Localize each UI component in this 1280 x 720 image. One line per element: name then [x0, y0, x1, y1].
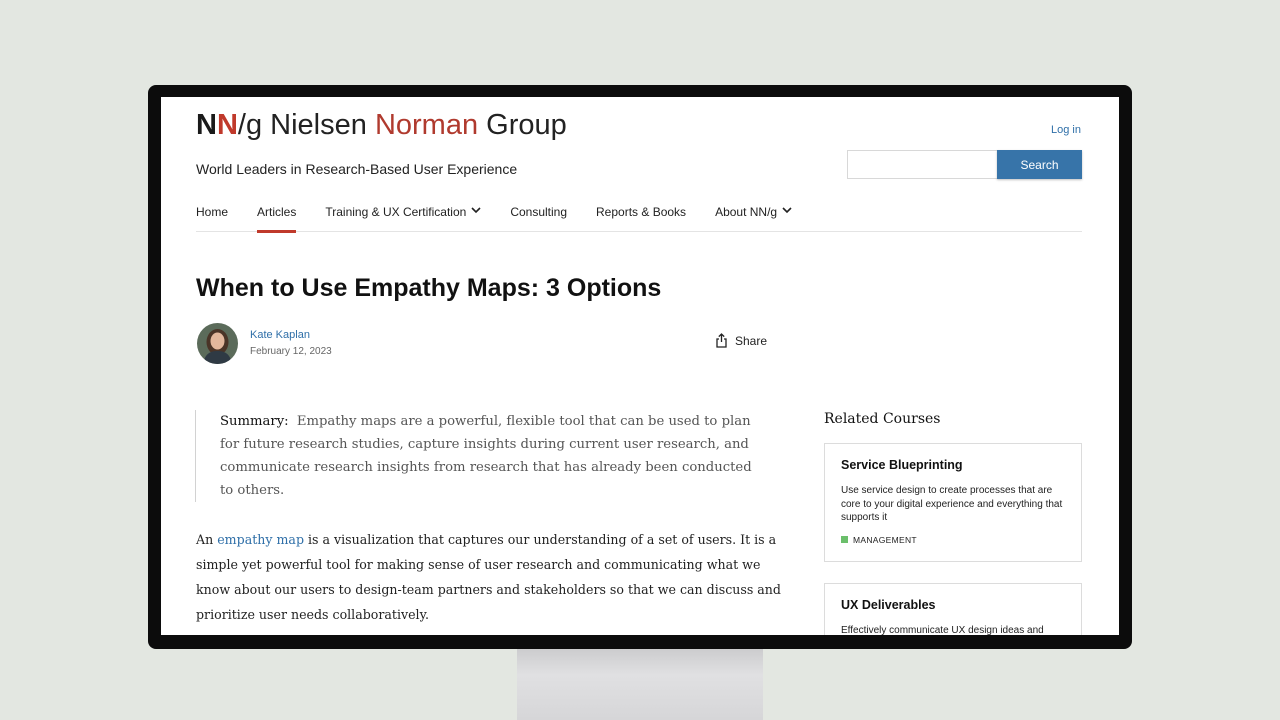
chevron-down-icon [782, 207, 792, 214]
chevron-down-icon [471, 207, 481, 214]
author-name-link[interactable]: Kate Kaplan [250, 329, 310, 341]
site-tagline: World Leaders in Research-Based User Exp… [196, 161, 518, 177]
empathy-map-link[interactable]: empathy map [217, 532, 304, 547]
login-link[interactable]: Log in [1051, 124, 1081, 136]
category-color-marker [841, 536, 848, 543]
article-summary: Summary: Empathy maps are a powerful, fl… [195, 410, 765, 502]
logo-word-norman: Norman [374, 109, 479, 141]
body-intro: An [196, 532, 214, 547]
browser-viewport: NN/g Nielsen Norman Group World Leaders … [161, 97, 1119, 635]
summary-label: Summary: [220, 414, 289, 429]
logo-mark: NN [196, 109, 238, 141]
nav-item-label: Articles [257, 205, 297, 219]
article-title: When to Use Empathy Maps: 3 Options [196, 274, 662, 302]
site-logo[interactable]: NN/g Nielsen Norman Group [196, 109, 567, 142]
course-description: Use service design to create processes t… [841, 485, 1063, 523]
author-avatar[interactable] [197, 323, 238, 364]
nav-item-articles[interactable]: Articles [257, 205, 297, 233]
publish-date: February 12, 2023 [250, 346, 332, 357]
course-card[interactable]: Service Blueprinting Use service design … [824, 443, 1082, 562]
nav-item-reports-books[interactable]: Reports & Books [596, 205, 686, 232]
monitor-stand [517, 645, 763, 720]
nav-item-about[interactable]: About NN/g [715, 205, 792, 232]
search-button[interactable]: Search [997, 150, 1082, 179]
share-label: Share [735, 333, 768, 348]
course-title: UX Deliverables [841, 598, 936, 612]
article-body-paragraph: An empathy map is a visualization that c… [196, 527, 786, 627]
main-nav: Home Articles Training & UX Certificatio… [196, 205, 1082, 233]
course-description: Effectively communicate UX design ideas … [841, 625, 1044, 635]
logo-word-group: Group [486, 109, 567, 141]
nav-item-training[interactable]: Training & UX Certification [325, 205, 481, 232]
course-card[interactable]: UX Deliverables Effectively communicate … [824, 583, 1082, 635]
nav-item-label: Training & UX Certification [325, 205, 467, 219]
logo-word-nielsen: Nielsen [270, 109, 367, 141]
nav-item-consulting[interactable]: Consulting [510, 205, 567, 232]
logo-mark-slash: /g [237, 109, 263, 141]
course-category-label: MANAGEMENT [853, 534, 917, 545]
nav-item-home[interactable]: Home [196, 205, 228, 232]
nav-item-label: Home [196, 205, 229, 219]
nav-item-label: About NN/g [715, 205, 778, 219]
share-icon [716, 333, 727, 348]
summary-text: Empathy maps are a powerful, flexible to… [220, 414, 752, 498]
share-button[interactable]: Share [715, 333, 767, 348]
related-courses-heading: Related Courses [824, 411, 941, 427]
search-input[interactable] [847, 150, 997, 179]
nav-item-label: Reports & Books [596, 205, 687, 219]
course-title: Service Blueprinting [841, 458, 963, 472]
nav-item-label: Consulting [510, 205, 568, 219]
course-category-tag: MANAGEMENT [841, 535, 1065, 545]
